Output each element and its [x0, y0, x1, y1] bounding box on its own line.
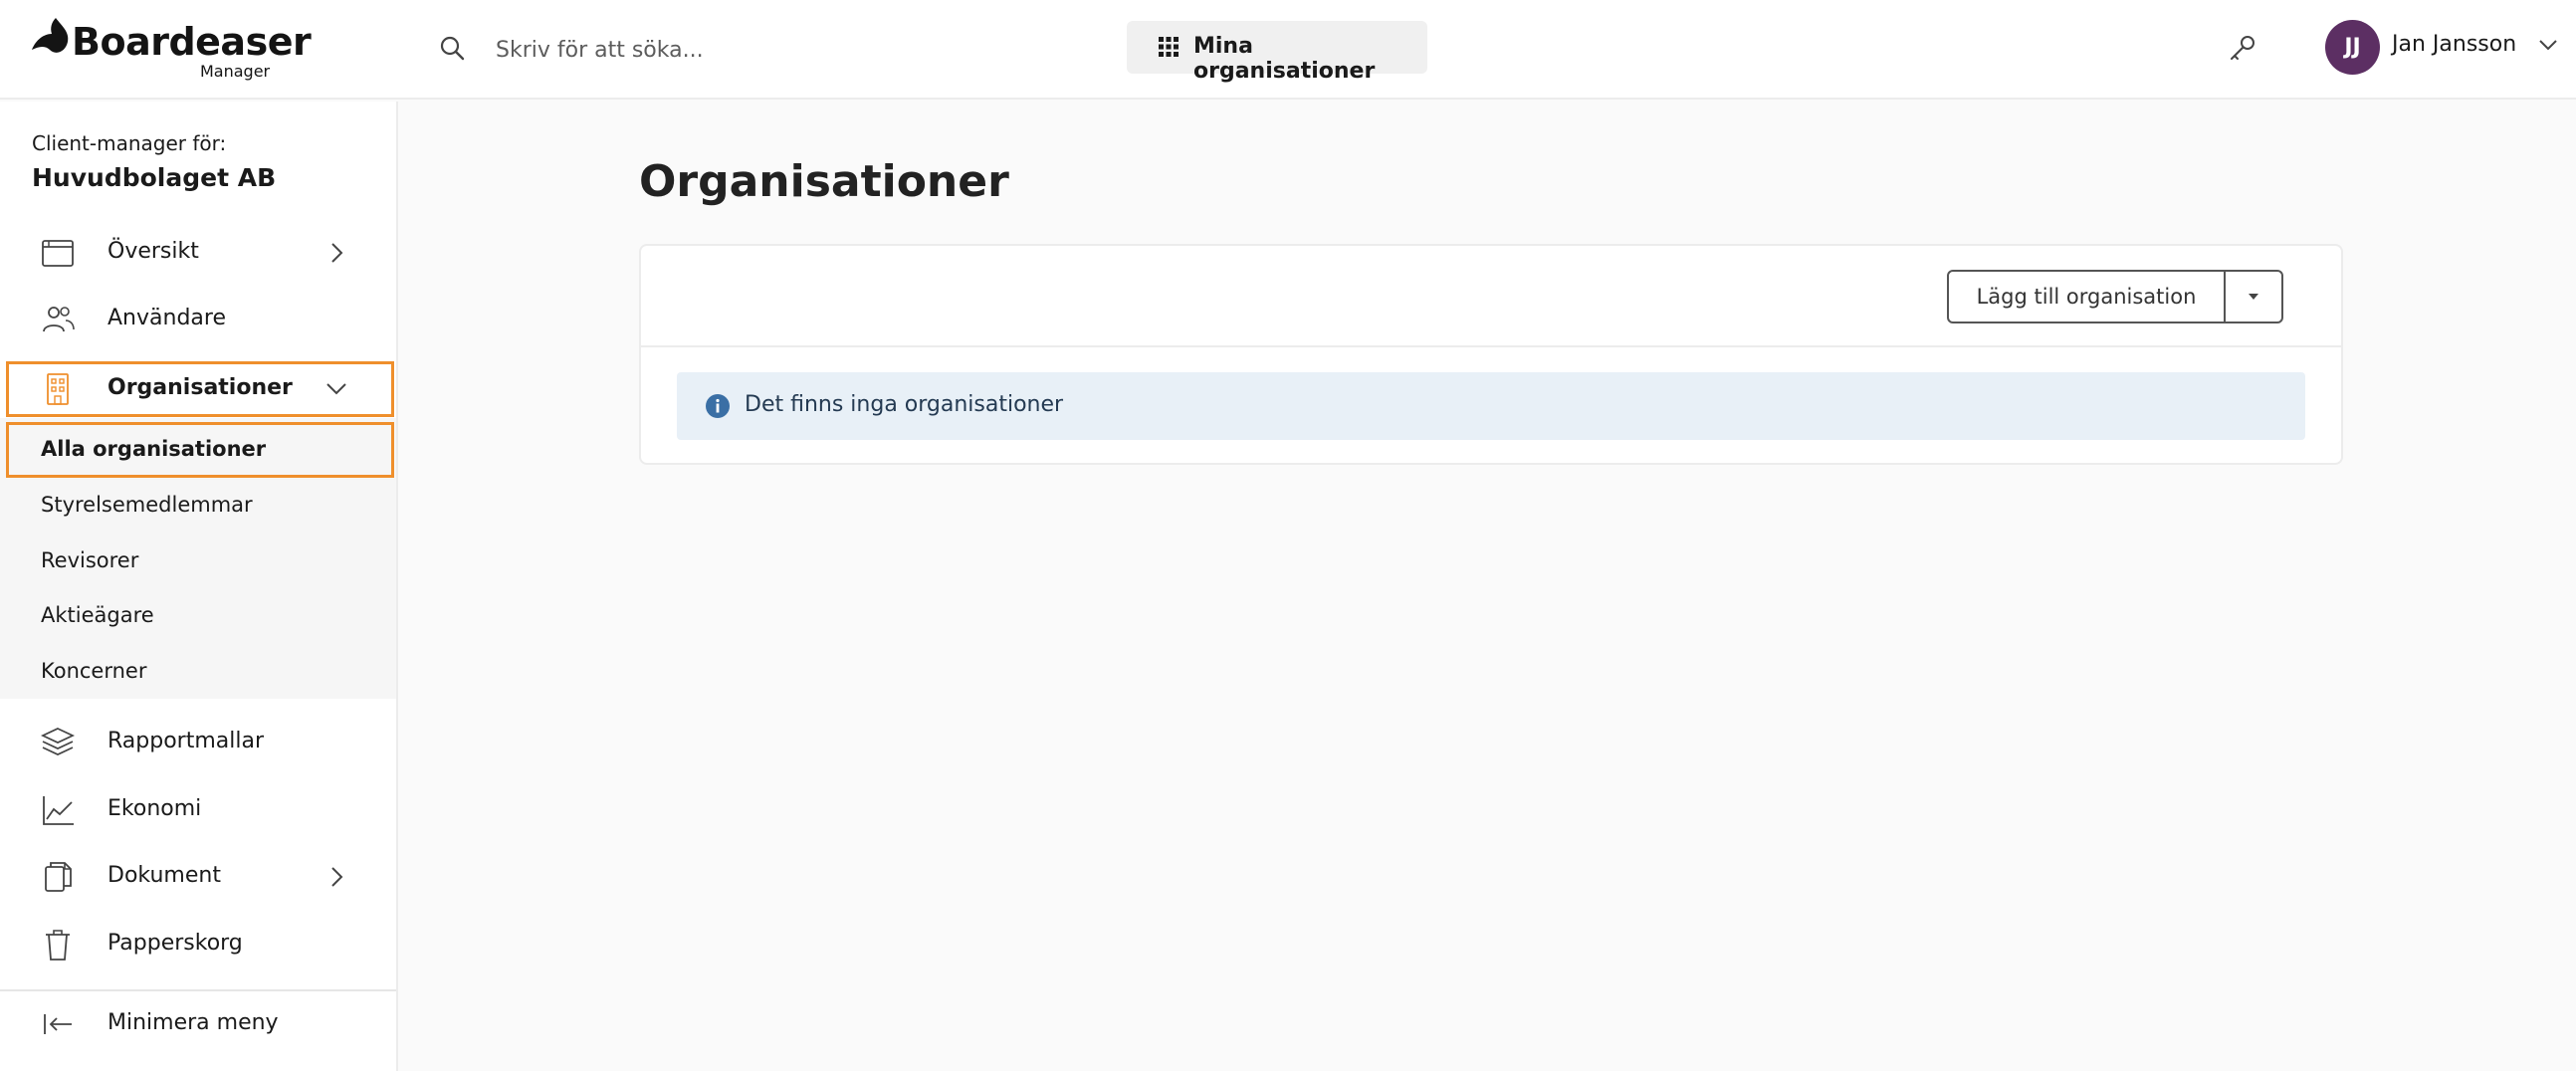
chevron-right-icon	[331, 867, 343, 887]
submenu-item-aktieagare[interactable]: Aktieägare	[6, 588, 394, 644]
sidebar-item-label: Dokument	[107, 863, 221, 888]
sidebar-item-label: Användare	[107, 306, 226, 330]
sidebar-item-oversikt[interactable]: Översikt	[0, 222, 396, 284]
info-icon	[706, 394, 730, 418]
submenu-item-label: Revisorer	[41, 548, 139, 572]
my-organisations-label: Mina organisationer	[1193, 34, 1376, 84]
sidebar-item-anvandare[interactable]: Användare	[0, 289, 396, 350]
add-organisation-dropdown[interactable]	[2224, 270, 2283, 323]
organisations-card: Lägg till organisation Det finns inga or…	[639, 244, 2343, 465]
chevron-down-icon[interactable]	[2536, 36, 2560, 54]
user-name[interactable]: Jan Jansson	[2392, 32, 2516, 57]
sidebar: Client-manager för: Huvudbolaget AB Över…	[0, 102, 398, 1071]
sidebar-item-label: Rapportmallar	[107, 729, 265, 753]
documents-icon	[45, 862, 72, 892]
layers-icon	[40, 728, 76, 755]
empty-state-message: Det finns inga organisationer	[745, 392, 1064, 417]
my-organisations-button[interactable]: Mina organisationer	[1127, 21, 1427, 84]
collapse-left-icon	[44, 1014, 72, 1034]
page-title: Organisationer	[639, 156, 1009, 207]
sidebar-item-label: Översikt	[107, 239, 199, 264]
sidebar-item-label: Papperskorg	[107, 931, 243, 956]
building-icon	[47, 373, 69, 405]
submenu-item-alla-organisationer[interactable]: Alla organisationer	[6, 422, 394, 478]
add-organisation-button[interactable]: Lägg till organisation	[1947, 270, 2226, 323]
grid-icon	[1159, 37, 1179, 57]
submenu-item-styrelsemedlemmar[interactable]: Styrelsemedlemmar	[6, 478, 394, 534]
client-name: Huvudbolaget AB	[32, 163, 277, 192]
card-toolbar: Lägg till organisation	[641, 246, 2341, 347]
submenu-item-revisorer[interactable]: Revisorer	[6, 534, 394, 589]
chevron-right-icon	[331, 243, 343, 263]
trash-icon	[46, 930, 70, 961]
search-icon[interactable]	[438, 32, 466, 68]
minimize-menu-label: Minimera meny	[107, 1010, 279, 1035]
line-chart-icon	[43, 796, 74, 825]
minimize-menu-button[interactable]: Minimera meny	[0, 993, 396, 1055]
sidebar-item-rapportmallar[interactable]: Rapportmallar	[0, 712, 396, 773]
sidebar-item-label: Ekonomi	[107, 796, 202, 821]
boardeaser-logo-icon	[32, 18, 69, 53]
sidebar-item-label: Organisationer	[107, 375, 293, 400]
search-input[interactable]	[496, 28, 1013, 72]
brand-name: Boardeaser	[72, 20, 312, 64]
sidebar-item-organisationer[interactable]: Organisationer	[6, 361, 394, 417]
brand-sub: Manager	[200, 62, 271, 81]
top-header: Boardeaser Manager Mina organisationer J…	[0, 0, 2576, 100]
search-bar	[438, 28, 1035, 72]
sidebar-item-papperskorg[interactable]: Papperskorg	[0, 914, 396, 975]
submenu-item-label: Aktieägare	[41, 603, 154, 627]
users-icon	[43, 307, 75, 332]
caret-down-icon	[2249, 294, 2258, 300]
empty-state-alert: Det finns inga organisationer	[677, 372, 2305, 440]
user-avatar[interactable]: JJ	[2325, 20, 2380, 75]
sidebar-divider	[0, 989, 396, 991]
calendar-window-icon	[42, 240, 74, 267]
organisationer-submenu: Alla organisationer Styrelsemedlemmar Re…	[0, 418, 396, 699]
submenu-item-label: Koncerner	[41, 659, 147, 683]
client-manager-label: Client-manager för:	[32, 131, 227, 155]
submenu-item-label: Alla organisationer	[41, 437, 267, 461]
submenu-item-label: Styrelsemedlemmar	[41, 493, 253, 517]
key-icon[interactable]	[2226, 32, 2259, 66]
boardeaser-logo[interactable]: Boardeaser Manager	[30, 16, 312, 82]
submenu-item-koncerner[interactable]: Koncerner	[6, 644, 394, 700]
sidebar-item-ekonomi[interactable]: Ekonomi	[0, 779, 396, 841]
chevron-down-icon	[326, 383, 346, 395]
sidebar-item-dokument[interactable]: Dokument	[0, 846, 396, 908]
